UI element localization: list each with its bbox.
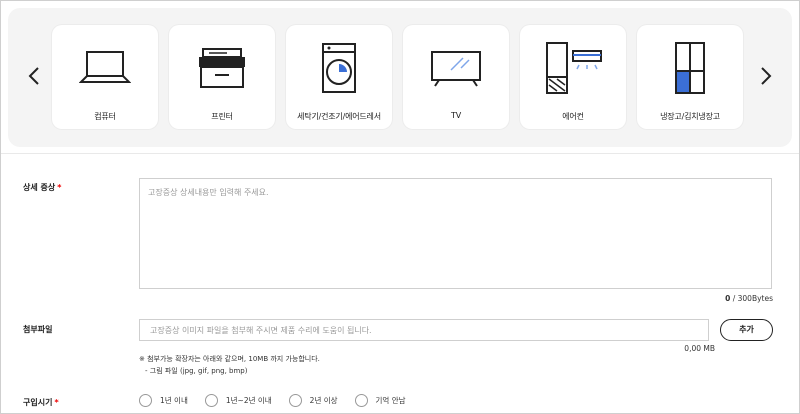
chevron-right-icon (761, 67, 772, 85)
category-label: 에어컨 (562, 112, 584, 121)
byte-counter: 0 / 300Bytes (725, 294, 773, 303)
radio-circle[interactable] (139, 394, 152, 407)
carousel-prev-button[interactable] (22, 64, 46, 88)
detail-label-text: 상세 증상 (23, 183, 56, 192)
radio-label: 기억 안남 (375, 396, 406, 405)
purchase-period-options: 1년 이내 1년~2년 이내 2년 이상 기억 안남 (139, 394, 423, 407)
radio-option-1-2yr[interactable]: 1년~2년 이내 (204, 394, 272, 407)
radio-circle[interactable] (354, 394, 368, 407)
air-conditioner-icon (520, 39, 626, 97)
category-card-refrigerator[interactable]: 냉장고/김치냉장고 (637, 25, 743, 129)
attachment-input[interactable]: 고장증상 이미지 파일을 첨부해 주시면 제품 수리에 도움이 됩니다. (139, 319, 709, 341)
category-label: 컴퓨터 (94, 112, 116, 121)
category-card-washer[interactable]: 세탁기/건조기/에어드레서 (286, 25, 392, 129)
purchase-label-text: 구입시기 (23, 398, 53, 407)
attachment-extensions: - 그림 파일 (jpg, gif, png, bmp) (145, 367, 248, 375)
required-mark: * (54, 398, 59, 407)
tv-icon (403, 39, 509, 97)
radio-label: 2년 이상 (309, 396, 338, 405)
radio-circle[interactable] (204, 394, 218, 407)
category-card-computer[interactable]: 컴퓨터 (52, 25, 158, 129)
service-request-form: 컴퓨터 프린터 세탁기/건조기/에어드레서 TV 에어컨 냉장고/김치냉장고 상… (0, 0, 800, 414)
carousel-next-button[interactable] (754, 64, 778, 88)
category-card-printer[interactable]: 프린터 (169, 25, 275, 129)
category-label: 프린터 (211, 112, 233, 121)
radio-label: 1년 이내 (160, 396, 188, 405)
section-divider (1, 153, 799, 154)
printer-icon (169, 39, 275, 97)
attachment-note: ※ 첨부가능 확장자는 아래와 같으며, 10MB 까지 가능합니다. (139, 355, 320, 363)
category-label: TV (451, 111, 461, 120)
product-category-carousel: 컴퓨터 프린터 세탁기/건조기/에어드레서 TV 에어컨 냉장고/김치냉장고 (8, 8, 792, 147)
detail-symptom-label: 상세 증상 * (23, 182, 61, 193)
detail-placeholder: 고장증상 상세내용만 입력해 주세요. (148, 188, 269, 197)
byte-limit: / 300Bytes (730, 294, 773, 303)
radio-option-within-1yr[interactable]: 1년 이내 (139, 394, 188, 407)
detail-symptom-textarea[interactable]: 고장증상 상세내용만 입력해 주세요. (139, 178, 772, 289)
attachment-size: 0,00 MB (684, 344, 715, 353)
refrigerator-icon (637, 39, 743, 97)
laptop-icon (52, 39, 158, 97)
attachment-placeholder: 고장증상 이미지 파일을 첨부해 주시면 제품 수리에 도움이 됩니다. (150, 326, 372, 335)
category-card-aircon[interactable]: 에어컨 (520, 25, 626, 129)
attachment-label: 첨부파일 (23, 325, 53, 334)
category-label: 세탁기/건조기/에어드레서 (297, 112, 381, 121)
radio-label: 1년~2년 이내 (225, 396, 272, 405)
required-mark: * (57, 183, 62, 192)
radio-circle[interactable] (288, 394, 302, 407)
category-card-tv[interactable]: TV (403, 25, 509, 129)
chevron-left-icon (28, 67, 39, 85)
radio-option-dont-remember[interactable]: 기억 안남 (354, 394, 406, 407)
radio-option-over-2yr[interactable]: 2년 이상 (288, 394, 338, 407)
add-file-button[interactable]: 추가 (720, 319, 773, 341)
purchase-period-label: 구입시기 * (23, 397, 59, 408)
washing-machine-icon (286, 39, 392, 97)
category-label: 냉장고/김치냉장고 (660, 112, 720, 121)
